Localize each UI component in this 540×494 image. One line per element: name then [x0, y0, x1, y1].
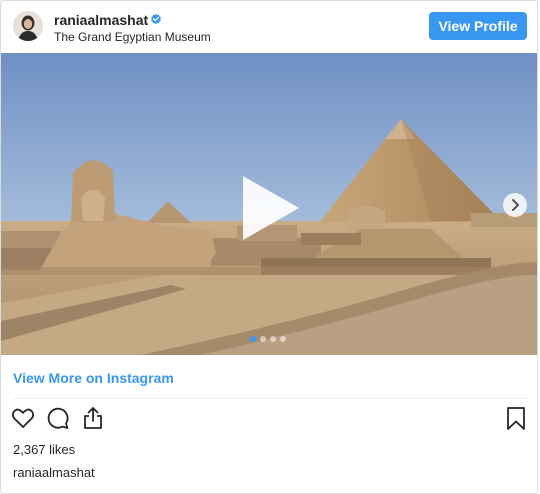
avatar[interactable] [13, 11, 43, 41]
heart-icon[interactable] [10, 405, 36, 431]
verified-badge-icon [151, 13, 161, 25]
caption-username[interactable]: raniaalmashat [13, 465, 95, 480]
carousel-dot [260, 336, 266, 342]
post-media[interactable] [1, 53, 537, 355]
view-profile-button[interactable]: View Profile [429, 12, 527, 40]
comment-icon[interactable] [45, 405, 71, 431]
play-icon[interactable] [233, 170, 309, 246]
carousel-indicators [250, 336, 286, 342]
bookmark-icon[interactable] [503, 405, 529, 431]
view-more-link[interactable]: View More on Instagram [13, 370, 174, 386]
post-header: raniaalmashat The Grand Egyptian Museum … [1, 1, 537, 53]
username[interactable]: raniaalmashat [54, 12, 148, 28]
chevron-right-icon[interactable] [503, 193, 527, 217]
likes-count[interactable]: 2,367 likes [13, 442, 75, 457]
carousel-dot [280, 336, 286, 342]
location-link[interactable]: The Grand Egyptian Museum [54, 30, 211, 44]
carousel-dot [250, 336, 256, 342]
instagram-embed-card: raniaalmashat The Grand Egyptian Museum … [0, 0, 538, 494]
avatar-photo [13, 11, 43, 41]
action-bar [1, 405, 537, 435]
carousel-dot [270, 336, 276, 342]
divider [13, 398, 527, 399]
share-icon[interactable] [80, 405, 106, 431]
